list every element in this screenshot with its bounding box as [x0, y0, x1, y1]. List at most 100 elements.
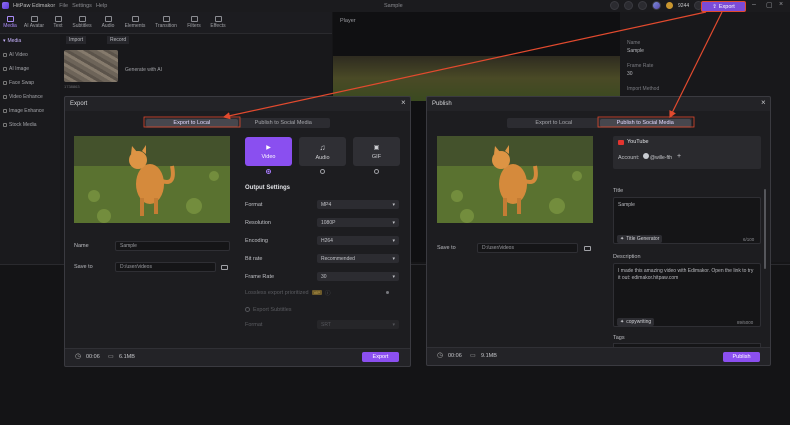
copywriting-button[interactable]: ✦ copywriting: [617, 318, 655, 326]
menu-help[interactable]: Help: [96, 3, 107, 9]
title-count: 6/100: [743, 237, 755, 242]
subtitles-checkbox[interactable]: [245, 307, 250, 312]
scrollbar[interactable]: [764, 189, 766, 269]
tool-media[interactable]: Media: [0, 12, 20, 33]
media-thumbnail[interactable]: [64, 50, 118, 82]
clock-icon: ◷: [437, 352, 444, 359]
account-label: Account:: [618, 155, 640, 161]
format-video-radio[interactable]: [266, 169, 271, 174]
close-icon[interactable]: ×: [779, 1, 783, 8]
tab-publish-social[interactable]: Publish to Social Media: [238, 119, 330, 127]
tool-text[interactable]: Text: [48, 12, 68, 33]
download-icon[interactable]: [638, 1, 647, 10]
resolution-row: Resolution: [245, 219, 271, 226]
media-sidebar: ▾ Media AI Video AI Image Face Swap Video…: [0, 34, 60, 264]
saveto-input[interactable]: D:/user/videos: [115, 262, 216, 272]
avatar[interactable]: [652, 1, 661, 10]
export-button[interactable]: ⇪ Export: [701, 1, 746, 12]
export-preview: [74, 136, 230, 223]
menu-settings[interactable]: Settings: [72, 3, 92, 9]
media-icon: [6, 16, 14, 22]
tool-filters[interactable]: Filters: [182, 12, 206, 33]
text-icon: [54, 16, 62, 22]
publish-footer: [427, 347, 770, 366]
sidebar-item-ai-video[interactable]: AI Video: [0, 48, 60, 62]
name-input[interactable]: Sample: [115, 241, 230, 251]
ai-image-icon: [3, 67, 7, 71]
app-logo-icon: [2, 2, 9, 9]
publish-dialog-title: Publish: [432, 101, 452, 107]
name-label: Name: [74, 243, 89, 249]
folder-icon[interactable]: [584, 246, 591, 251]
file-size: 9.1MB: [481, 353, 497, 359]
format-gif[interactable]: ▣ GIF: [353, 137, 400, 166]
subtitle-format-row: Format: [245, 321, 263, 328]
saveto-input[interactable]: D:/user/videos: [477, 243, 578, 253]
tool-audio[interactable]: Audio: [96, 12, 120, 33]
export-upload-icon: ⇪: [712, 3, 717, 10]
image-enhance-icon: [3, 109, 7, 113]
vip-badge: VIP: [311, 290, 323, 295]
close-icon[interactable]: ×: [401, 98, 406, 107]
publish-button[interactable]: Publish: [723, 352, 760, 362]
add-account-button[interactable]: +: [677, 153, 681, 160]
file-size: 6.1MB: [119, 354, 135, 360]
account-name[interactable]: @wille-fth: [650, 155, 672, 161]
cat-preview-image: [437, 136, 593, 223]
sidebar-item-image-enhance[interactable]: Image Enhance: [0, 104, 60, 118]
folder-icon[interactable]: [221, 265, 228, 270]
format-video[interactable]: ▶ Video: [245, 137, 292, 166]
sidebar-item-media[interactable]: ▾ Media: [0, 34, 60, 48]
generate-with-ai-button[interactable]: Generate with AI: [125, 67, 162, 73]
encoding-select[interactable]: H264 ▾: [317, 236, 399, 245]
credits-coin-icon: [666, 2, 673, 9]
chevron-down-icon: ▾: [392, 201, 395, 208]
format-audio-radio[interactable]: [320, 169, 325, 174]
import-button[interactable]: Import: [66, 36, 87, 44]
tool-ai-avatar[interactable]: AI Avatar: [20, 12, 48, 33]
layout-icon[interactable]: [624, 1, 633, 10]
export-tabs: Export to Local Publish to Social Media: [145, 118, 330, 128]
bitrate-row: Bit rate: [245, 255, 263, 262]
tool-elements[interactable]: Elements: [120, 12, 150, 33]
prop-fps-label: Frame Rate: [627, 63, 654, 69]
subtitles-row: Export Subtitles: [245, 305, 292, 314]
saveto-label: Save to: [74, 264, 93, 270]
export-button-label: Export: [718, 3, 735, 10]
record-button[interactable]: Record: [107, 36, 130, 44]
framerate-select[interactable]: 30 ▾: [317, 272, 399, 281]
main-toolbar: Media AI Avatar Text Subtitles Audio Ele…: [0, 12, 332, 34]
tool-transition[interactable]: Transition: [150, 12, 182, 33]
monitor-icon[interactable]: [610, 1, 619, 10]
format-audio[interactable]: ♫ Audio: [299, 137, 346, 166]
prop-fps-value: 30: [627, 71, 633, 77]
video-enhance-icon: [3, 95, 7, 99]
info-icon: ⓘ: [325, 290, 331, 297]
platform-name: YouTube: [627, 139, 649, 145]
format-select[interactable]: MP4 ▾: [317, 200, 399, 209]
resolution-select[interactable]: 1080P ▾: [317, 218, 399, 227]
tab-export-to-local[interactable]: Export to Local: [508, 119, 600, 127]
export-confirm-button[interactable]: Export: [362, 352, 399, 362]
sidebar-item-ai-image[interactable]: AI Image: [0, 62, 60, 76]
tool-effects[interactable]: Effects: [206, 12, 230, 33]
minimize-icon[interactable]: –: [752, 1, 756, 8]
clock-icon: ◷: [75, 353, 82, 360]
format-gif-radio[interactable]: [374, 169, 379, 174]
sidebar-item-stock-media[interactable]: Stock Media: [0, 118, 60, 132]
tab-export-to-local[interactable]: Export to Local: [146, 119, 238, 127]
ai-video-icon: [3, 53, 7, 57]
sidebar-item-face-swap[interactable]: Face Swap: [0, 76, 60, 90]
menu-file[interactable]: File: [59, 3, 68, 9]
encoding-row: Encoding: [245, 237, 268, 244]
maximize-icon[interactable]: ▢: [766, 1, 773, 9]
sidebar-item-video-enhance[interactable]: Video Enhance: [0, 90, 60, 104]
close-icon[interactable]: ×: [761, 98, 766, 107]
tool-subtitles[interactable]: Subtitles: [68, 12, 96, 33]
bitrate-select[interactable]: Recommended ▾: [317, 254, 399, 263]
description-label: Description: [613, 254, 641, 260]
format-row: Format: [245, 201, 263, 208]
title-generator-button[interactable]: ✦ Title Generator: [617, 235, 663, 243]
prop-name-label: Name: [627, 40, 641, 46]
tab-publish-social[interactable]: Publish to Social Media: [599, 119, 691, 127]
